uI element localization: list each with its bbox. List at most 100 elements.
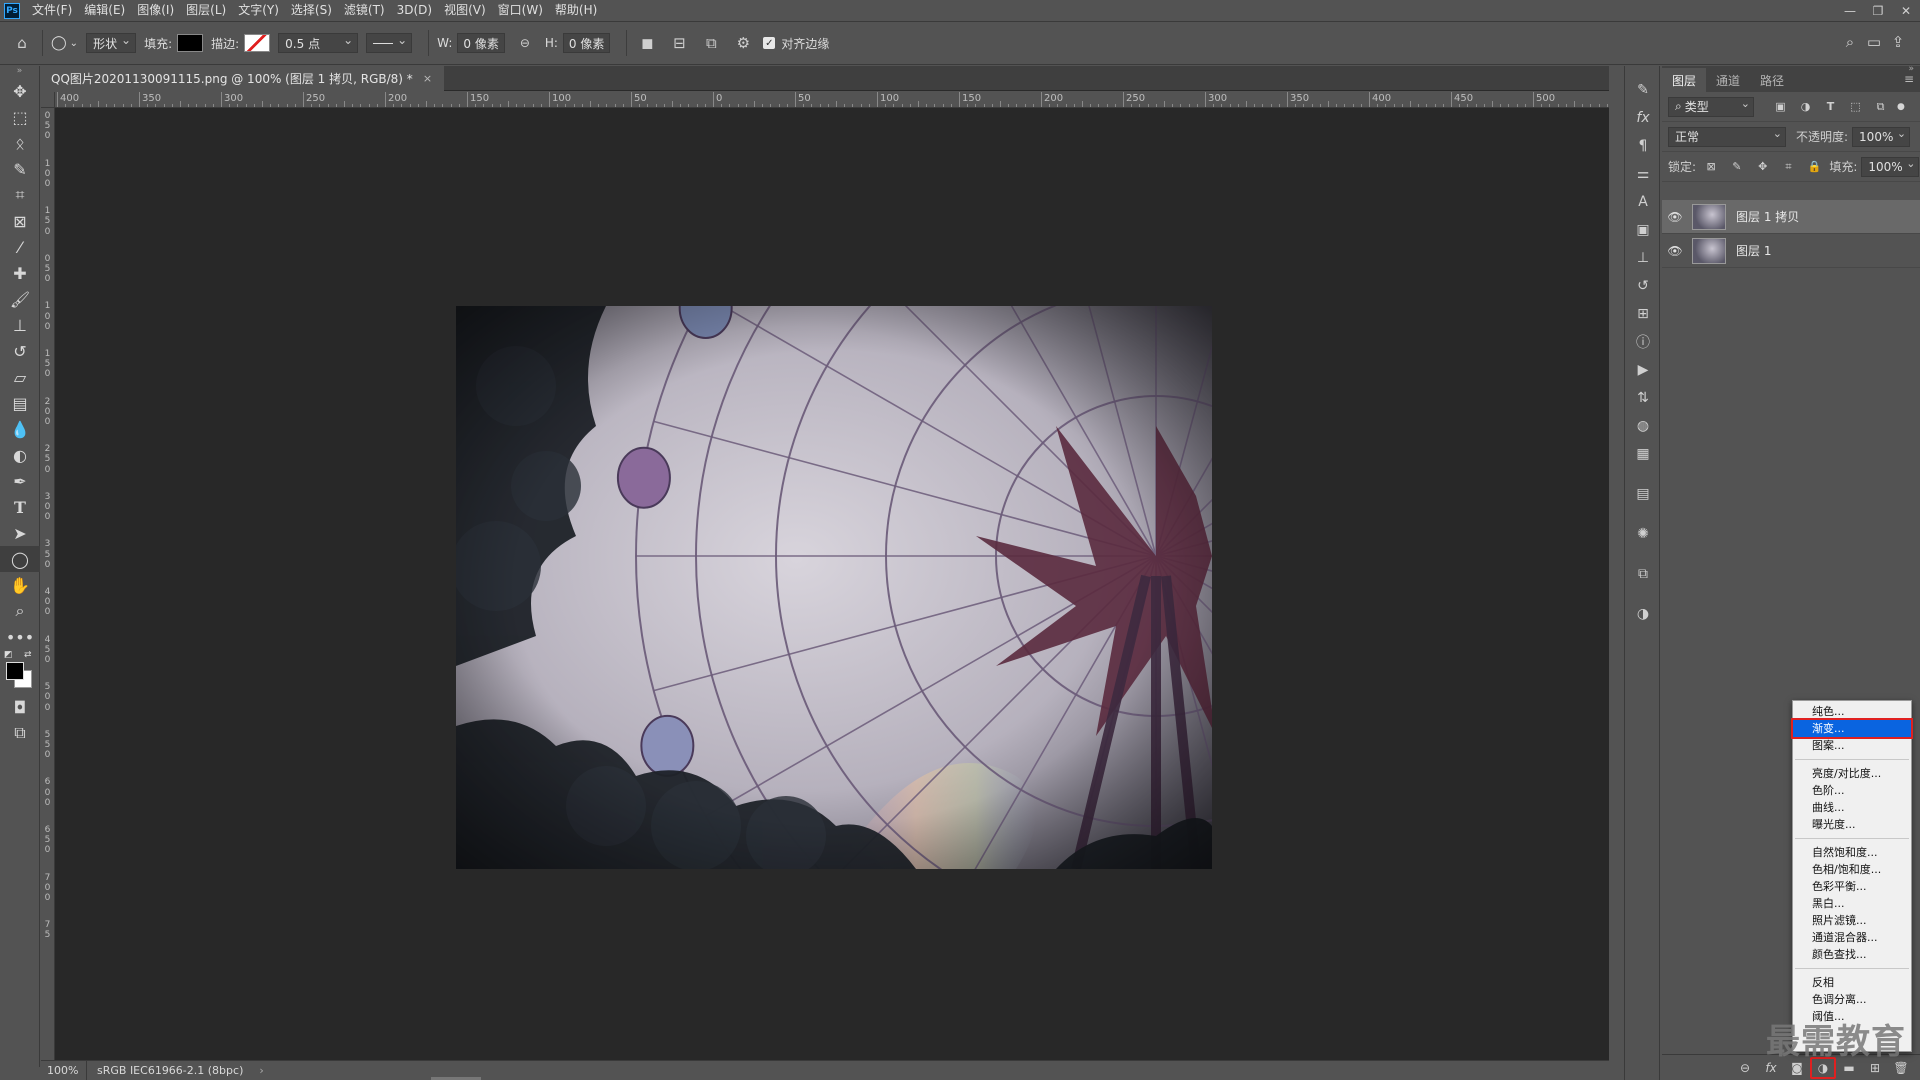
menu-item[interactable]: 3D(D) [391,0,438,21]
path-selection-tool-icon[interactable]: ➤ [0,520,40,546]
adjustments-sun-icon[interactable]: ✺ [1625,520,1661,548]
stroke-color-swatch[interactable] [244,34,271,52]
crop-tool-icon[interactable]: ⌗ [0,182,40,208]
toolbar-collapse-icon[interactable]: » [0,66,39,78]
filter-adjustment-icon[interactable]: ◑ [1793,100,1818,114]
filter-pixel-icon[interactable]: ▣ [1768,100,1793,114]
navigator-icon[interactable]: ⧉ [1625,560,1661,588]
eraser-tool-icon[interactable]: ▱ [0,364,40,390]
lock-pixels-icon[interactable]: ✎ [1726,160,1748,173]
character-icon[interactable]: A [1625,188,1661,216]
menu-item[interactable]: 编辑(E) [78,0,131,21]
adjustment-menu-item[interactable]: 亮度/对比度... [1793,765,1911,782]
adjustments-icon[interactable]: ◑ [1625,600,1661,628]
height-field[interactable]: 0 像素 [562,33,611,53]
type-tool-icon[interactable]: T [0,494,40,520]
fill-color-swatch[interactable] [177,34,204,52]
swatches-grid-icon[interactable]: ▦ [1625,440,1661,468]
menu-item[interactable]: 视图(V) [438,0,492,21]
delete-layer-icon[interactable]: 🗑 [1888,1057,1914,1079]
brush-settings-icon[interactable]: ✎ [1625,76,1661,104]
swap-colors-icon[interactable]: ⇄ [24,650,32,660]
dodge-tool-icon[interactable]: ◐ [0,442,40,468]
zoom-tool-icon[interactable]: ⌕ [0,598,40,624]
lasso-tool-icon[interactable]: ᛟ [0,130,40,156]
lock-transparent-icon[interactable]: ⊠ [1700,160,1722,173]
adjustment-menu-item[interactable]: 色调分离... [1793,991,1911,1008]
foreground-color-swatch[interactable] [6,662,24,680]
color-swatches[interactable]: ◩ ⇄ [0,650,40,694]
filter-type-dropdown[interactable]: ⌕ 类型 [1668,96,1754,117]
link-layers-icon[interactable]: ⊖ [1732,1057,1758,1079]
properties-icon[interactable]: ⚌ [1625,160,1661,188]
tab-layers[interactable]: 图层 [1662,68,1707,92]
history-brush-tool-icon[interactable]: ↺ [0,338,40,364]
adjustment-menu-item[interactable]: 曝光度... [1793,816,1911,833]
hand-tool-icon[interactable]: ✋ [0,572,40,598]
menu-item[interactable]: 帮助(H) [549,0,603,21]
clone-source-icon[interactable]: ⊥ [1625,244,1661,272]
tool-preset-picker[interactable]: ◯ ⌄ [51,35,78,51]
adjustment-menu-item[interactable]: 黑白... [1793,895,1911,912]
menu-item[interactable]: 图层(L) [180,0,232,21]
adjustment-menu-item[interactable]: 反相 [1793,974,1911,991]
filter-toggle-icon[interactable]: ● [1897,102,1905,112]
menu-item[interactable]: 滤镜(T) [338,0,391,21]
blend-mode-dropdown[interactable]: 正常 [1668,126,1786,147]
restore-button[interactable]: ❐ [1864,0,1892,21]
visibility-eye-icon[interactable]: 👁 [1662,210,1688,224]
tool-presets-icon[interactable]: ⊞ [1625,300,1661,328]
fill-field[interactable]: 100% [1861,156,1920,177]
clone-stamp-tool-icon[interactable]: ⊥ [0,312,40,338]
menu-item[interactable]: 窗口(W) [492,0,549,21]
add-layer-style-icon[interactable]: fx [1758,1057,1784,1079]
fill-control[interactable]: 填充: [144,34,204,52]
menu-item[interactable]: 文字(Y) [232,0,285,21]
add-mask-icon[interactable]: ◙ [1784,1057,1810,1079]
adjustment-menu-item[interactable]: 色相/饱和度... [1793,861,1911,878]
search-icon[interactable]: ⌕ [1838,30,1862,54]
adjustment-menu-item[interactable]: 阈值... [1793,1008,1911,1025]
actions-play-icon[interactable]: ▶ [1625,356,1661,384]
visibility-eye-icon[interactable]: 👁 [1662,244,1688,258]
adjustment-menu-item[interactable]: 渐变... [1791,718,1913,739]
adjustment-menu-item[interactable]: 曲线... [1793,799,1911,816]
zoom-level[interactable]: 100% [41,1060,87,1080]
gradient-tool-icon[interactable]: ▤ [0,390,40,416]
horizontal-ruler[interactable]: 400 350 300 250 200 150 100 50 0 50 100 150 200 250 30… [55,92,1609,108]
more-tools-icon[interactable]: ••• [0,624,40,650]
adjustment-menu-item[interactable]: 色阶... [1793,782,1911,799]
info-icon[interactable]: ⓘ [1625,328,1661,356]
path-alignment-icon[interactable]: ⊟ [667,31,691,55]
tab-paths[interactable]: 路径 [1750,68,1794,92]
adjustment-menu-item[interactable]: 色彩平衡... [1793,878,1911,895]
screen-mode-icon[interactable]: ⧉ [0,720,40,746]
menu-item[interactable]: 文件(F) [26,0,78,21]
link-icon[interactable]: ⊖ [513,31,537,55]
ruler-origin[interactable] [41,92,55,108]
adjustment-menu-item[interactable]: 颜色查找... [1793,946,1911,963]
filter-shape-icon[interactable]: ⬚ [1843,100,1868,114]
libraries-icon[interactable]: ▣ [1625,216,1661,244]
styles-fx-icon[interactable]: fx [1625,104,1661,132]
move-tool-icon[interactable]: ✥ [0,78,40,104]
menu-item[interactable]: 选择(S) [285,0,338,21]
quick-selection-tool-icon[interactable]: ✎ [0,156,40,182]
close-icon[interactable]: × [423,72,432,85]
pen-tool-icon[interactable]: ✒ [0,468,40,494]
layer-row[interactable]: 👁 图层 1 拷贝 [1662,200,1920,234]
lock-position-icon[interactable]: ✥ [1752,160,1774,173]
align-edges-checkbox[interactable]: ✓ 对齐边缘 [763,35,829,52]
new-layer-icon[interactable]: ⊞ [1862,1057,1888,1079]
panel-menu-icon[interactable]: ≡ [1904,72,1914,86]
gear-icon[interactable]: ⚙ [731,31,755,55]
opacity-field[interactable]: 100% [1852,126,1911,147]
minimize-button[interactable]: — [1836,0,1864,21]
frame-tool-icon[interactable]: ⊠ [0,208,40,234]
document-image[interactable] [456,306,1212,869]
paragraph-icon[interactable]: ¶ [1625,132,1661,160]
new-adjustment-layer-icon[interactable]: ◑ [1810,1056,1836,1079]
shape-mode-dropdown[interactable]: 形状 [86,33,137,53]
home-icon[interactable]: ⌂ [10,31,34,55]
notes-icon[interactable]: ▤ [1625,480,1661,508]
